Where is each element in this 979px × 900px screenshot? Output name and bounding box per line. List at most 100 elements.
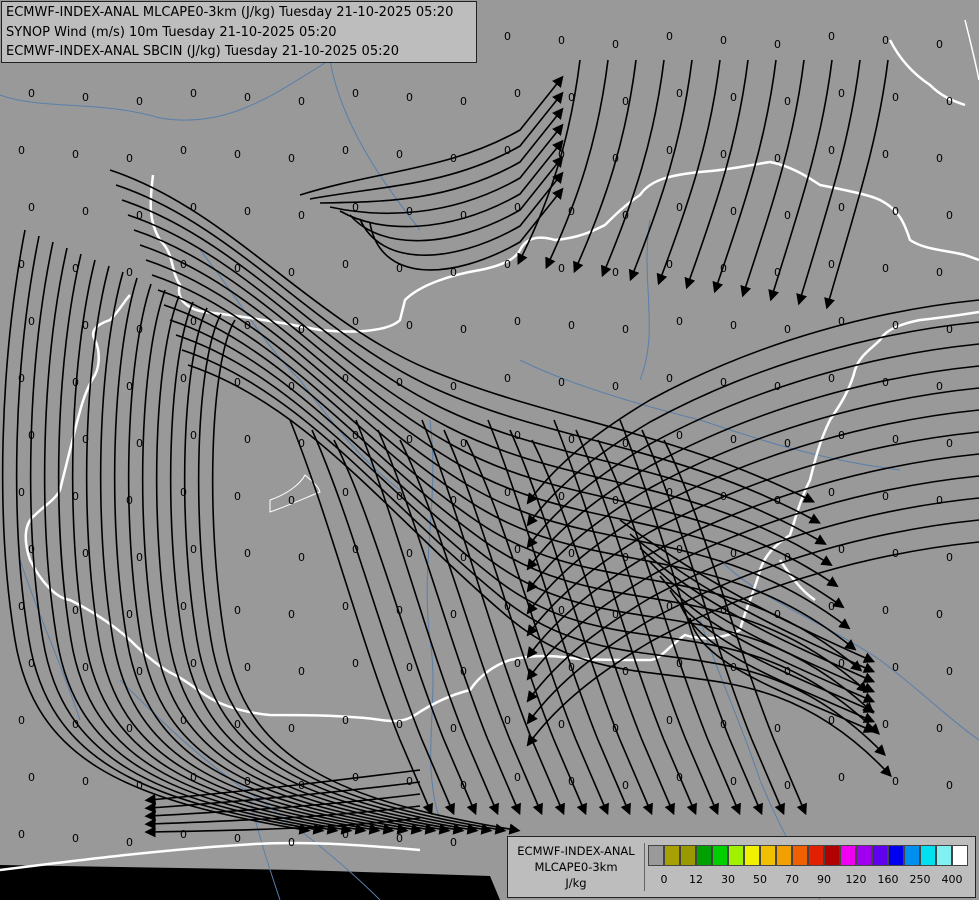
value-label: 0 [18,258,25,271]
value-label: 0 [504,714,511,727]
legend-swatch [824,845,840,866]
value-label: 0 [730,661,737,674]
value-label: 0 [720,34,727,47]
value-label: 0 [396,490,403,503]
legend-tick: 70 [785,873,799,886]
value-label: 0 [936,266,943,279]
value-label: 0 [936,494,943,507]
value-label: 0 [666,600,673,613]
value-label: 0 [612,608,619,621]
value-label: 0 [180,828,187,841]
legend-swatch [792,845,808,866]
value-label: 0 [234,148,241,161]
value-label: 0 [838,429,845,442]
value-label: 0 [18,486,25,499]
value-label: 0 [720,718,727,731]
value-label: 0 [406,319,413,332]
value-label: 0 [460,779,467,792]
value-label: 0 [892,205,899,218]
value-label: 0 [72,718,79,731]
map-background [0,0,979,900]
value-label: 0 [720,262,727,275]
value-label: 0 [622,209,629,222]
value-label: 0 [406,775,413,788]
header-line-wind: SYNOP Wind (m/s) 10m Tuesday 21-10-2025 … [6,24,337,40]
value-label: 0 [676,315,683,328]
value-label: 0 [784,95,791,108]
value-label: 0 [720,490,727,503]
legend-tick: 250 [909,873,931,886]
value-label: 0 [298,323,305,336]
value-label: 0 [730,433,737,446]
value-label: 0 [882,718,889,731]
legend-tick: 160 [877,873,899,886]
value-label: 0 [28,87,35,100]
value-label: 0 [450,152,457,165]
value-label: 0 [352,543,359,556]
value-label: 0 [936,608,943,621]
legend-title-line1: ECMWF-INDEX-ANAL [517,844,635,858]
value-label: 0 [612,266,619,279]
value-label: 0 [828,258,835,271]
value-label: 0 [676,771,683,784]
value-label: 0 [514,771,521,784]
value-label: 0 [784,437,791,450]
legend-tick: 120 [845,873,867,886]
value-label: 0 [18,600,25,613]
value-label: 0 [612,380,619,393]
value-label: 0 [568,547,575,560]
value-label: 0 [730,319,737,332]
value-label: 0 [828,372,835,385]
value-label: 0 [730,547,737,560]
value-label: 0 [612,494,619,507]
value-label: 0 [450,608,457,621]
value-label: 0 [774,722,781,735]
value-label: 0 [946,323,953,336]
value-label: 0 [352,771,359,784]
value-label: 0 [568,661,575,674]
value-label: 0 [406,91,413,104]
value-label: 0 [568,91,575,104]
value-label: 0 [504,144,511,157]
value-label: 0 [126,608,133,621]
value-label: 0 [568,319,575,332]
value-label: 0 [450,494,457,507]
map-header: ECMWF-INDEX-ANAL MLCAPE0-3km (J/kg) Tues… [1,1,477,63]
value-label: 0 [622,437,629,450]
value-label: 0 [504,258,511,271]
value-label: 0 [18,714,25,727]
value-label: 0 [406,433,413,446]
legend-tick: 0 [660,873,668,886]
value-label: 0 [180,372,187,385]
value-label: 0 [676,657,683,670]
value-label: 0 [28,771,35,784]
value-label: 0 [244,433,251,446]
value-label: 0 [892,661,899,674]
value-label: 0 [288,836,295,849]
value-label: 0 [946,209,953,222]
value-label: 0 [936,380,943,393]
value-label: 0 [396,718,403,731]
legend-tick: 30 [721,873,735,886]
value-label: 0 [180,486,187,499]
value-label: 0 [666,144,673,157]
value-label: 0 [126,380,133,393]
value-label: 0 [234,262,241,275]
value-label: 0 [504,30,511,43]
value-label: 0 [892,547,899,560]
value-label: 0 [774,152,781,165]
value-label: 0 [298,95,305,108]
value-label: 0 [558,262,565,275]
value-label: 0 [298,665,305,678]
legend-swatch [664,845,680,866]
value-label: 0 [892,319,899,332]
value-label: 0 [936,38,943,51]
value-label: 0 [946,437,953,450]
value-label: 0 [450,380,457,393]
value-label: 0 [82,319,89,332]
value-label: 0 [838,771,845,784]
value-label: 0 [234,718,241,731]
value-label: 0 [882,34,889,47]
value-label: 0 [612,38,619,51]
value-label: 0 [126,722,133,735]
